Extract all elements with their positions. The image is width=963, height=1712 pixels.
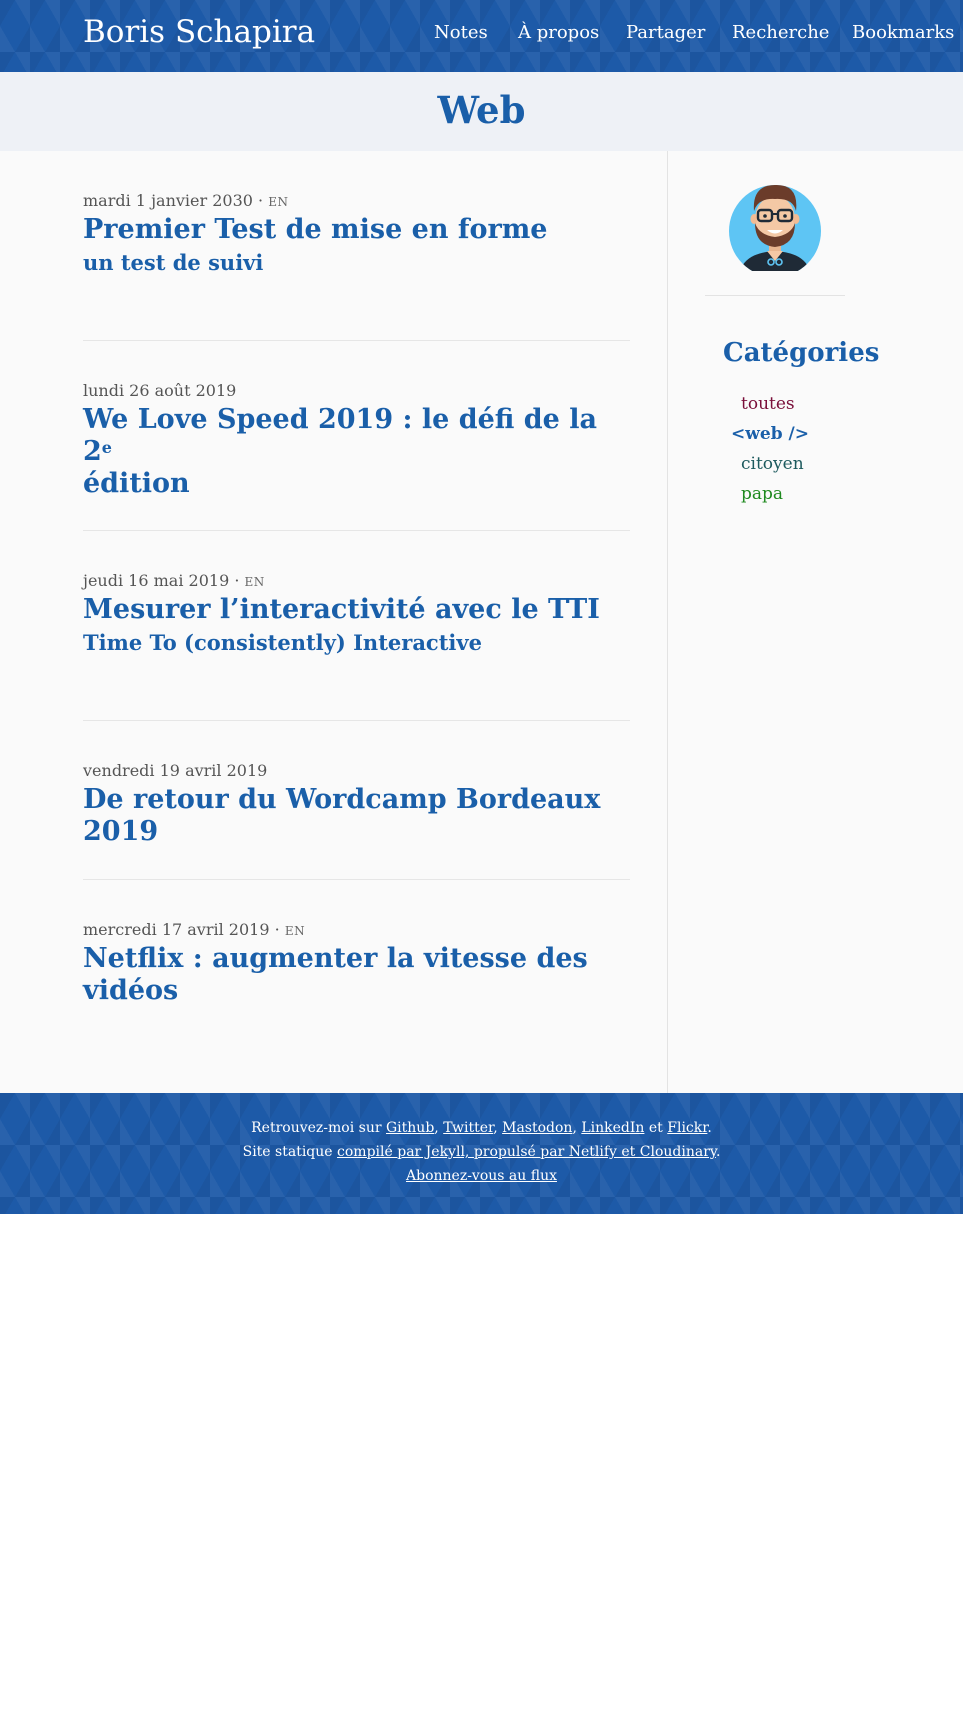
post-title-link[interactable]: Premier Test de mise en forme: [83, 214, 630, 246]
lang-badge: EN: [268, 195, 289, 209]
lang-badge: EN: [284, 924, 306, 938]
footer-link-linkedin[interactable]: LinkedIn: [581, 1120, 644, 1136]
post-meta: lundi 26 août 2019: [83, 381, 630, 400]
footer-credits-prefix: Site statique: [242, 1144, 333, 1160]
lang-badge: EN: [244, 575, 265, 589]
post-title-link[interactable]: We Love Speed 2019 : le défi de la 2e éd…: [83, 404, 630, 500]
post-date: lundi 26 août 2019: [83, 381, 237, 400]
footer-link-github[interactable]: Github: [386, 1120, 434, 1136]
post-subtitle: Time To (consistently) Interactive: [83, 630, 482, 655]
page-banner: Web: [0, 72, 963, 151]
page-title: Web: [437, 88, 526, 132]
post-item: jeudi 16 mai 2019 · EN Mesurer l’interac…: [83, 571, 630, 721]
site-header: Boris Schapira Notes À propos Partager R…: [0, 0, 963, 72]
footer-credits-link[interactable]: compilé par Jekyll, propulsé par Netlify…: [337, 1144, 716, 1160]
post-title-link[interactable]: De retour du Wordcamp Bordeaux 2019: [83, 784, 630, 848]
category-papa[interactable]: papa: [741, 484, 783, 504]
post-date: mardi 1 janvier 2030: [83, 191, 253, 210]
lang-separator: ·: [258, 191, 264, 210]
main-area: mardi 1 janvier 2030 · EN Premier Test d…: [0, 151, 963, 1093]
post-date: mercredi 17 avril 2019: [83, 920, 270, 939]
footer-social-line: Retrouvez-moi sur Github, Twitter, Masto…: [251, 1120, 712, 1136]
footer-feed-link[interactable]: Abonnez-vous au flux: [406, 1168, 557, 1184]
category-web[interactable]: <web />: [731, 424, 809, 444]
categories-title: Catégories: [723, 338, 880, 368]
post-title-link[interactable]: Netflix : augmenter la vitesse des vidéo…: [83, 943, 630, 1007]
post-meta: mercredi 17 avril 2019 · EN: [83, 920, 630, 939]
post-date: jeudi 16 mai 2019: [83, 571, 230, 590]
post-subtitle: un test de suivi: [83, 250, 264, 275]
post-item: lundi 26 août 2019 We Love Speed 2019 : …: [83, 381, 630, 531]
post-title-rest: édition: [83, 468, 190, 499]
nav-item-notes[interactable]: Notes: [434, 22, 488, 43]
post-item: vendredi 19 avril 2019 De retour du Word…: [83, 761, 630, 880]
nav-item-a-propos[interactable]: À propos: [518, 22, 599, 43]
nav-item-partager[interactable]: Partager: [626, 22, 705, 43]
footer-social-prefix: Retrouvez-moi sur: [251, 1120, 382, 1136]
nav-item-bookmarks[interactable]: Bookmarks: [852, 22, 954, 43]
lang-separator: ·: [274, 920, 280, 939]
lang-separator: ·: [234, 571, 240, 590]
post-date: vendredi 19 avril 2019: [83, 761, 268, 780]
post-title-link[interactable]: Mesurer l’interactivité avec le TTI: [83, 594, 630, 626]
main-nav: Notes À propos Partager Recherche Bookma…: [0, 22, 963, 52]
post-title-superscript: e: [101, 438, 112, 457]
footer-link-twitter[interactable]: Twitter: [443, 1120, 493, 1136]
post-title-main: We Love Speed 2019 : le défi de la 2: [83, 404, 598, 467]
post-meta: vendredi 19 avril 2019: [83, 761, 630, 780]
footer-credits-line: Site statique compilé par Jekyll, propul…: [242, 1144, 721, 1160]
avatar[interactable]: [725, 171, 825, 271]
nav-item-recherche[interactable]: Recherche: [732, 22, 829, 43]
post-meta: jeudi 16 mai 2019 · EN: [83, 571, 630, 590]
footer-and-word: et: [648, 1120, 663, 1136]
post-meta: mardi 1 janvier 2030 · EN: [83, 191, 630, 210]
footer-link-mastodon[interactable]: Mastodon: [502, 1120, 572, 1136]
sidebar: Catégories toutes <web /> citoyen papa: [668, 151, 963, 1093]
category-citoyen[interactable]: citoyen: [741, 454, 804, 474]
footer-link-flickr[interactable]: Flickr: [667, 1120, 707, 1136]
post-item: mardi 1 janvier 2030 · EN Premier Test d…: [83, 191, 630, 341]
post-item: mercredi 17 avril 2019 · EN Netflix : au…: [83, 920, 630, 1020]
avatar-divider: [705, 295, 845, 296]
category-toutes[interactable]: toutes: [741, 394, 795, 414]
site-footer: Retrouvez-moi sur Github, Twitter, Masto…: [0, 1093, 963, 1214]
footer-feed-line: Abonnez-vous au flux: [0, 1168, 963, 1184]
